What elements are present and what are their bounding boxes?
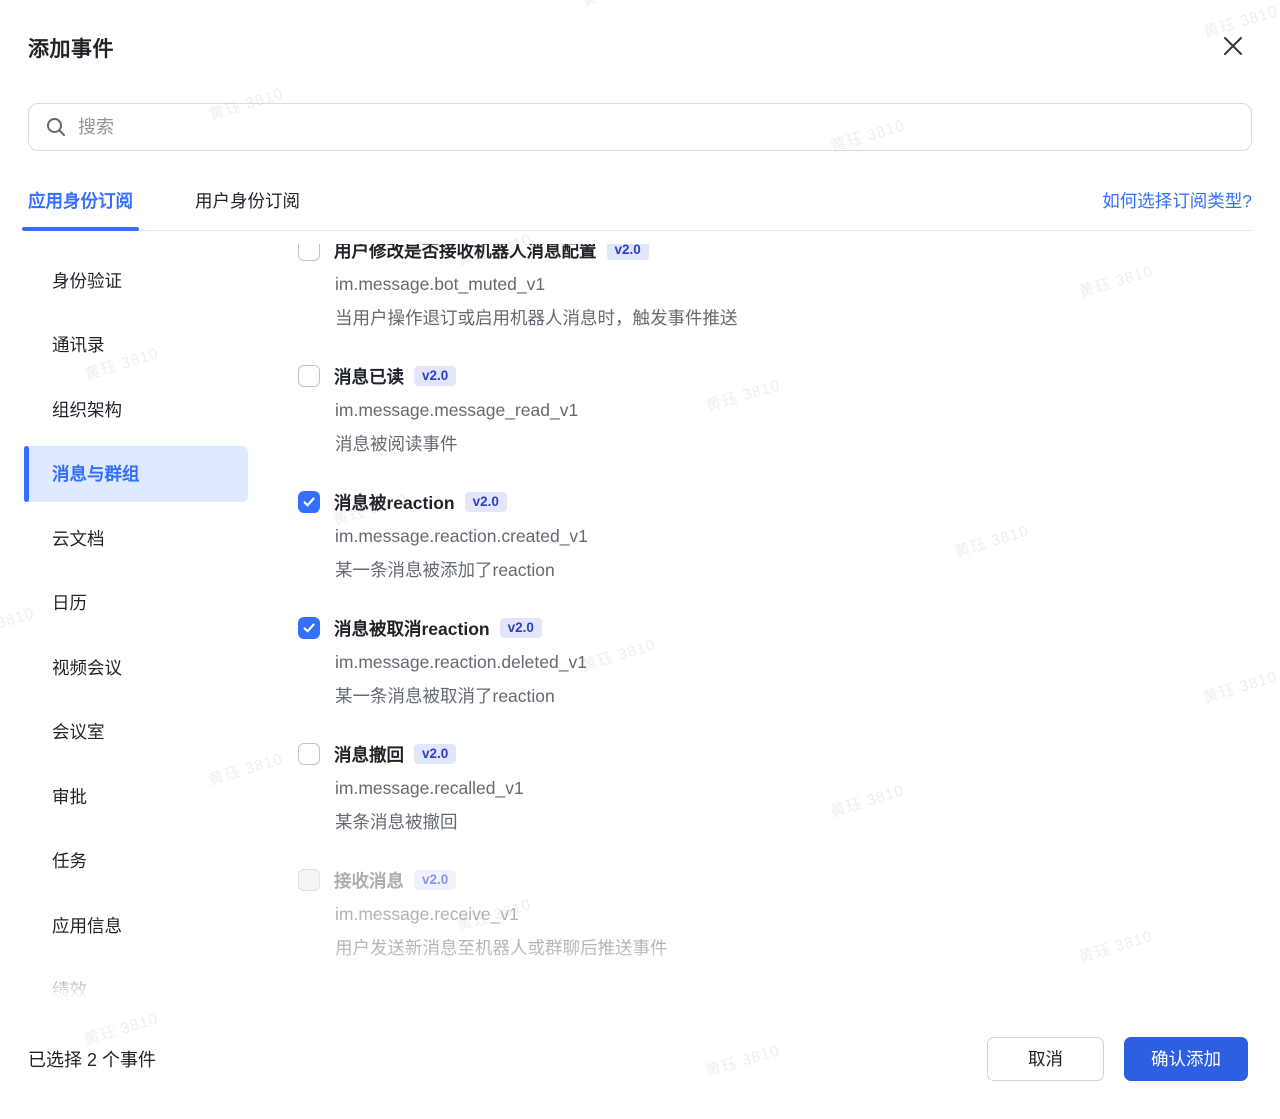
sidebar-item-label: 通讯录 [52, 335, 105, 355]
sidebar-item[interactable]: 身份验证 [24, 252, 248, 308]
event-code: im.message.reaction.created_v1 [335, 526, 588, 546]
event-checkbox[interactable] [298, 617, 320, 639]
event-desc: 当用户操作退订或启用机器人消息时，触发事件推送 [335, 308, 738, 328]
event-code: im.message.receive_v1 [335, 904, 519, 924]
sidebar-item[interactable]: 消息与群组 [24, 445, 248, 502]
version-badge: v2.0 [499, 618, 542, 638]
tabs-bar: 应用身份订阅 用户身份订阅 如何选择订阅类型? [22, 170, 1252, 231]
sidebar-item-label: 视频会议 [52, 657, 122, 678]
sidebar-item-label: 会议室 [52, 722, 105, 742]
sidebar-item-label: 日历 [52, 593, 87, 613]
event-code: im.message.recalled_v1 [335, 778, 524, 798]
version-badge: v2.0 [464, 492, 507, 512]
search-input[interactable] [78, 116, 1235, 138]
event-title: 消息撤回 [334, 744, 404, 765]
version-badge: v2.0 [414, 366, 457, 386]
sidebar-item[interactable]: 通讯录 [24, 317, 248, 373]
check-icon [303, 497, 315, 507]
event-desc: 用户发送新消息至机器人或群聊后推送事件 [335, 938, 668, 958]
event-item: 用户修改是否接收机器人消息配置 v2.0 im.message.bot_mute… [298, 244, 1280, 335]
sidebar-item[interactable]: 组织架构 [24, 381, 248, 437]
event-title: 消息已读 [334, 366, 404, 387]
event-desc: 某一条消息被取消了reaction [335, 686, 555, 706]
sidebar-item-label: 任务 [52, 851, 87, 871]
event-item: 消息被reaction v2.0 im.message.reaction.cre… [298, 485, 1280, 587]
event-checkbox[interactable] [298, 365, 320, 387]
sidebar-item-label: 消息与群组 [52, 464, 140, 484]
event-item: 消息被取消reaction v2.0 im.message.reaction.d… [298, 611, 1280, 713]
category-sidebar: 身份验证 通讯录 组织架构 消息与群组 云文档 日历 视频会议 会议室 审批 任… [24, 231, 248, 1007]
event-checkbox[interactable] [298, 743, 320, 765]
event-item: 消息已读 v2.0 im.message.message_read_v1 消息被… [298, 359, 1280, 461]
add-event-dialog: 添加事件 应用身份订阅 用户身份订阅 如何选择订阅类型? 身份验证 通讯录 组织… [0, 0, 1280, 1119]
sidebar-item[interactable]: 绩效 [24, 962, 248, 1008]
version-badge: v2.0 [606, 244, 649, 260]
confirm-add-button[interactable]: 确认添加 [1124, 1036, 1248, 1081]
event-checkbox[interactable] [298, 491, 320, 513]
sidebar-item-label: 审批 [52, 786, 87, 807]
search-box [28, 103, 1252, 151]
sidebar-item-label: 组织架构 [52, 399, 122, 420]
event-item: 消息撤回 v2.0 im.message.recalled_v1 某条消息被撤回 [298, 737, 1280, 839]
event-title: 消息被reaction [334, 492, 455, 513]
event-desc: 某一条消息被添加了reaction [335, 560, 555, 580]
event-title: 消息被取消reaction [334, 618, 490, 639]
sidebar-item[interactable]: 视频会议 [24, 639, 248, 695]
sidebar-item-label: 云文档 [52, 528, 105, 549]
event-desc: 某条消息被撤回 [335, 812, 458, 832]
sidebar-item[interactable]: 云文档 [24, 510, 248, 566]
sidebar-item[interactable]: 任务 [24, 833, 248, 889]
search-icon [47, 118, 65, 136]
event-title: 接收消息 [334, 870, 404, 891]
sidebar-item[interactable]: 日历 [24, 575, 248, 631]
event-item: 接收消息 v2.0 im.message.receive_v1 用户发送新消息至… [298, 863, 1280, 965]
sidebar-item[interactable]: 会议室 [24, 704, 248, 760]
sidebar-item[interactable]: 应用信息 [24, 897, 248, 953]
event-list: 用户修改是否接收机器人消息配置 v2.0 im.message.bot_mute… [298, 244, 1280, 1007]
subscription-help-link[interactable]: 如何选择订阅类型? [1102, 188, 1252, 213]
dialog-body: 身份验证 通讯录 组织架构 消息与群组 云文档 日历 视频会议 会议室 审批 任… [0, 231, 1280, 1007]
event-title: 用户修改是否接收机器人消息配置 [334, 244, 597, 261]
tab-user-identity-subscription[interactable]: 用户身份订阅 [195, 170, 300, 230]
version-badge: v2.0 [414, 744, 457, 764]
sidebar-item-label: 身份验证 [52, 270, 122, 291]
selected-count: 已选择 2 个事件 [28, 1049, 157, 1070]
event-checkbox[interactable] [298, 244, 320, 261]
dialog-header: 添加事件 [0, 0, 1280, 61]
dialog-footer: 已选择 2 个事件 取消 确认添加 [0, 1007, 1280, 1118]
sidebar-item[interactable]: 审批 [24, 768, 248, 824]
footer-buttons: 取消 确认添加 [987, 1036, 1248, 1081]
page-title: 添加事件 [28, 38, 114, 61]
event-code: im.message.bot_muted_v1 [335, 274, 546, 294]
event-desc: 消息被阅读事件 [335, 434, 458, 454]
version-badge: v2.0 [414, 870, 457, 890]
event-checkbox [298, 869, 320, 891]
close-icon[interactable] [1218, 31, 1248, 61]
event-code: im.message.reaction.deleted_v1 [335, 652, 587, 672]
tab-app-identity-subscription[interactable]: 应用身份订阅 [22, 170, 139, 231]
check-icon [303, 623, 315, 633]
sidebar-item-label: 应用信息 [52, 915, 122, 936]
cancel-button[interactable]: 取消 [987, 1036, 1104, 1081]
event-code: im.message.message_read_v1 [335, 400, 579, 420]
sidebar-item-label: 绩效 [52, 980, 87, 1000]
